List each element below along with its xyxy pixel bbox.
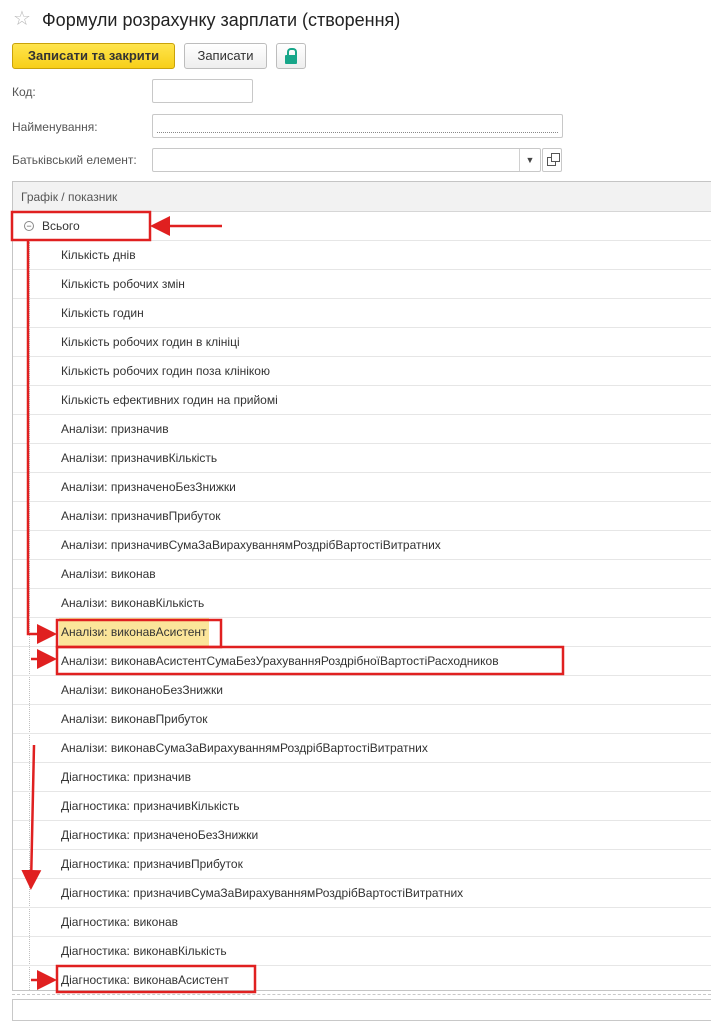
row-label: Аналізи: призначивПрибуток: [61, 509, 221, 523]
row-label: Кількість ефективних годин на прийомі: [61, 393, 278, 407]
table-row[interactable]: Аналізи: виконавСумаЗаВирахуваннямРоздрі…: [13, 734, 711, 763]
indicators-table: Графік / показник − Всього Кількість дні…: [12, 181, 711, 991]
row-label: Діагностика: призначивКількість: [61, 799, 240, 813]
bottom-panel: [12, 999, 711, 1021]
page-title: Формули розрахунку зарплати (створення): [42, 10, 401, 30]
row-label: Аналізи: виконавСумаЗаВирахуваннямРоздрі…: [61, 741, 428, 755]
parent-label: Батьківський елемент:: [12, 153, 137, 167]
row-label: Кількість робочих змін: [61, 277, 185, 291]
table-row[interactable]: Кількість робочих годин поза клінікою: [13, 357, 711, 386]
row-label: Кількість днів: [61, 248, 136, 262]
row-label: Аналізи: призначивСумаЗаВирахуваннямРозд…: [61, 538, 441, 552]
row-label: Аналізи: виконавАсистент: [59, 618, 209, 646]
row-label: Діагностика: призначивСумаЗаВирахуванням…: [61, 886, 464, 900]
table-row[interactable]: Діагностика: виконавАсистент: [13, 966, 711, 990]
title-bar: ☆ Формули розрахунку зарплати (створення…: [0, 0, 711, 40]
row-label: Аналізи: виконавАсистентСумаБезУрахуванн…: [61, 654, 499, 668]
chevron-down-icon[interactable]: ▼: [519, 149, 540, 171]
row-label: Аналізи: призначеноБезЗнижки: [61, 480, 236, 494]
save-and-close-button[interactable]: Записати та закрити: [12, 43, 175, 69]
row-label: Аналізи: виконаноБезЗнижки: [61, 683, 223, 697]
save-button[interactable]: Записати: [184, 43, 267, 69]
table-row[interactable]: Аналізи: виконавКількість: [13, 589, 711, 618]
row-label: Аналізи: виконав: [61, 567, 156, 581]
row-label: Аналізи: призначивКількість: [61, 451, 218, 465]
row-label: Аналізи: виконавКількість: [61, 596, 205, 610]
row-label: Кількість робочих годин поза клінікою: [61, 364, 270, 378]
tree-root-row[interactable]: − Всього: [13, 212, 711, 241]
table-row[interactable]: Діагностика: виконавКількість: [13, 937, 711, 966]
code-label: Код:: [12, 85, 36, 99]
table-row[interactable]: Аналізи: призначивПрибуток: [13, 502, 711, 531]
name-field[interactable]: [152, 114, 563, 138]
row-label: Діагностика: виконав: [61, 915, 179, 929]
lock-button[interactable]: [276, 43, 306, 69]
root-label: Всього: [42, 219, 80, 233]
table-row[interactable]: Кількість робочих годин в клініці: [13, 328, 711, 357]
table-row[interactable]: Аналізи: призначивСумаЗаВирахуваннямРозд…: [13, 531, 711, 560]
collapse-icon[interactable]: −: [24, 221, 34, 231]
table-row[interactable]: Діагностика: призначеноБезЗнижки: [13, 821, 711, 850]
table-row[interactable]: Аналізи: виконавАсистентСумаБезУрахуванн…: [13, 647, 711, 676]
table-row[interactable]: Діагностика: призначивПрибуток: [13, 850, 711, 879]
table-row[interactable]: Аналізи: призначеноБезЗнижки: [13, 473, 711, 502]
table-row[interactable]: Кількість робочих змін: [13, 270, 711, 299]
row-label: Кількість годин: [61, 306, 144, 320]
table-row[interactable]: Аналізи: виконавАсистент: [13, 618, 711, 647]
row-label: Аналізи: призначив: [61, 422, 169, 436]
row-label: Діагностика: виконавАсистент: [61, 973, 229, 987]
table-row[interactable]: Діагностика: призначив: [13, 763, 711, 792]
table-row[interactable]: Діагностика: призначивКількість: [13, 792, 711, 821]
code-field[interactable]: [152, 79, 253, 103]
table-row[interactable]: Діагностика: виконав: [13, 908, 711, 937]
table-row[interactable]: Кількість ефективних годин на прийомі: [13, 386, 711, 415]
open-icon[interactable]: [542, 148, 562, 172]
row-label: Діагностика: призначеноБезЗнижки: [61, 828, 259, 842]
name-field-underline: [157, 132, 558, 133]
table-row[interactable]: Аналізи: призначив: [13, 415, 711, 444]
row-label: Діагностика: призначивПрибуток: [61, 857, 243, 871]
row-label: Кількість робочих годин в клініці: [61, 335, 240, 349]
column-header[interactable]: Графік / показник: [13, 182, 711, 212]
table-row[interactable]: Кількість днів: [13, 241, 711, 270]
table-row[interactable]: Аналізи: виконавПрибуток: [13, 705, 711, 734]
table-row[interactable]: Аналізи: виконав: [13, 560, 711, 589]
table-row[interactable]: Діагностика: призначивСумаЗаВирахуванням…: [13, 879, 711, 908]
name-label: Найменування:: [12, 120, 98, 134]
row-label: Діагностика: призначив: [61, 770, 191, 784]
table-row[interactable]: Аналізи: призначивКількість: [13, 444, 711, 473]
table-row[interactable]: Аналізи: виконаноБезЗнижки: [13, 676, 711, 705]
row-label: Діагностика: виконавКількість: [61, 944, 227, 958]
divider: [12, 994, 711, 995]
parent-field[interactable]: [152, 148, 541, 172]
table-row[interactable]: Кількість годин: [13, 299, 711, 328]
star-icon[interactable]: ☆: [13, 7, 31, 31]
row-label: Аналізи: виконавПрибуток: [61, 712, 208, 726]
